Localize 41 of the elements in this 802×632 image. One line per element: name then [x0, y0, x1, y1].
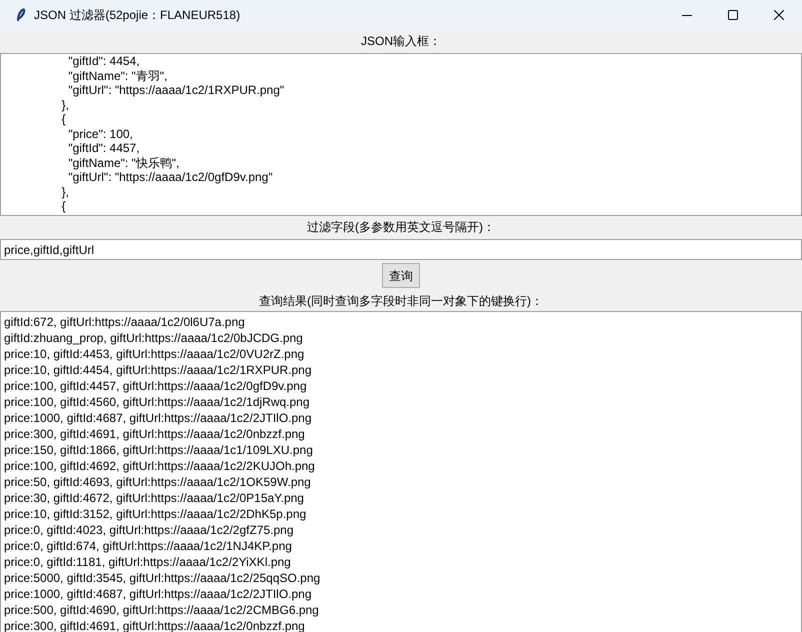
filter-field[interactable]: price,giftId,giftUrl [0, 239, 802, 260]
result-line: price:10, giftId:4454, giftUrl:https://aaaa/1c2/1RXPUR.png [4, 362, 312, 378]
json-text-line: "price": 100, [67, 126, 133, 141]
result-line: price:300, giftId:4691, giftUrl:https://aaaa/1c2/0nbzzf.png [4, 426, 305, 442]
result-line: price:100, giftId:4457, giftUrl:https://aaaa/1c2/0gfD9v.png [4, 378, 307, 394]
window-title: JSON 过滤器(52pojie：FLANEUR518) [34, 7, 242, 24]
json-text-line: "giftName": "青羽", [67, 68, 168, 83]
json-text-line: "giftName": "快乐鸭", [67, 156, 180, 170]
result-line: price:30, giftId:4672, giftUrl:https://aaaa/1c2/0P15aY.png [4, 490, 304, 506]
json-text-line: }, [60, 98, 70, 112]
json-text-line: "giftId": 4457, [67, 141, 140, 156]
result-line: price:50, giftId:4693, giftUrl:https://aaaa/1c2/1OK59W.png [4, 474, 311, 490]
json-text-line: }, [60, 184, 70, 199]
results-label: 查询结果(同时查询多字段时非同一对象下的键换行)： [258, 293, 544, 310]
json-text-line: "giftId": 4454, [67, 54, 140, 68]
result-line: price:0, giftId:674, giftUrl:https://aaaa/1c2/1NJ4KP.png [4, 538, 292, 554]
result-line: price:500, giftId:4690, giftUrl:https://aaaa/1c2/2CMBG6.png [4, 602, 319, 618]
json-text-line: { [60, 199, 66, 214]
result-line: price:10, giftId:3152, giftUrl:https://aaaa/1c2/2DhK5p.png [4, 506, 306, 522]
json-text-line: "giftUrl": "https://aaaa/1c2/0gfD9v.png" [67, 170, 273, 184]
result-line: price:5000, giftId:3545, giftUrl:https://aaaa/1c2/25qqSO.png [4, 570, 320, 586]
filter-label: 过滤字段(多参数用英文逗号隔开)： [306, 219, 496, 236]
result-line: price:100, giftId:4692, giftUrl:https://aaaa/1c2/2KUJOh.png [4, 458, 315, 474]
result-line: price:0, giftId:1181, giftUrl:https://aaaa/1c2/2YiXKl.png [4, 554, 291, 570]
query-button[interactable]: 查询 [382, 263, 420, 288]
result-line: price:1000, giftId:4687, giftUrl:https://aaaa/1c2/2JTIlO.png [4, 586, 312, 602]
json-text-line: "giftUrl": "https://aaaa/1c2/1RXPUR.png" [67, 83, 284, 98]
result-line: price:0, giftId:4023, giftUrl:https://aaaa/1c2/2gfZ75.png [4, 522, 294, 538]
json-input-label: JSON输入框： [360, 33, 442, 50]
json-input-area[interactable]: "giftId": 4454, "giftName": "青羽", "giftUrl": "https://aaaa/1c2/1RXPUR.png" }, { "price": 100, "giftId": 4457, "giftName": "快乐鸭", "giftUrl": "https://aaaa/1c2/0gfD9v.png" }, { [0, 53, 802, 216]
result-line: price:150, giftId:1866, giftUrl:https://aaaa/1c1/109LXU.png [4, 442, 313, 458]
feather-icon [16, 8, 26, 22]
minimize-icon [682, 14, 692, 16]
result-line: price:100, giftId:4560, giftUrl:https://aaaa/1c2/1djRwq.png [4, 394, 310, 410]
close-icon [774, 10, 784, 20]
json-text-line: { [60, 112, 66, 126]
result-line: giftId:zhuang_prop, giftUrl:https://aaaa/1c2/0bJCDG.png [4, 330, 303, 346]
result-line: price:10, giftId:4453, giftUrl:https://aaaa/1c2/0VU2rZ.png [4, 346, 304, 362]
maximize-icon [728, 10, 738, 20]
result-line: giftId:672, giftUrl:https://aaaa/1c2/0l6U7a.png [4, 314, 245, 330]
result-line: price:1000, giftId:4687, giftUrl:https://aaaa/1c2/2JTIlO.png [4, 410, 312, 426]
